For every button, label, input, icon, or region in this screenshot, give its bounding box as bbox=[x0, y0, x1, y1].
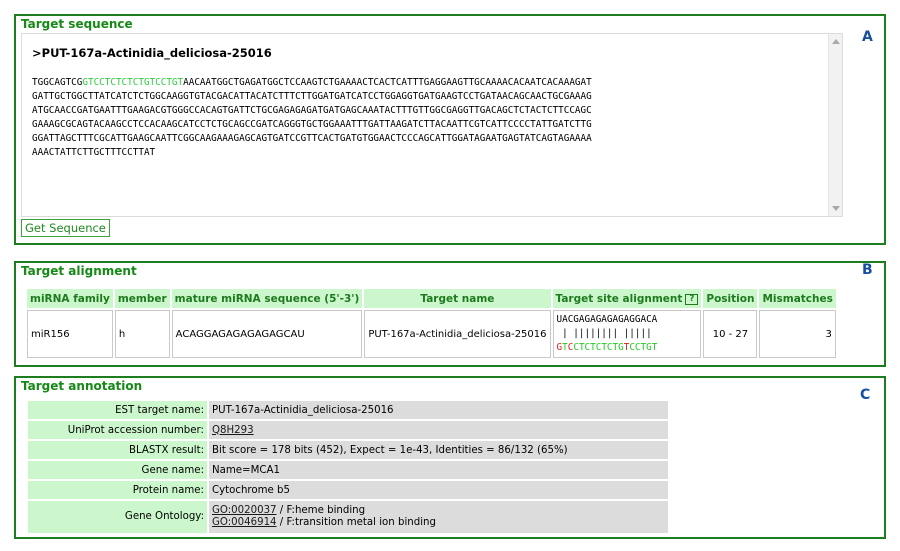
panel-letter-c: C bbox=[860, 387, 871, 403]
target-annotation-panel: Target annotation EST target name: PUT-1… bbox=[14, 376, 886, 539]
cell-position: 10 - 27 bbox=[703, 310, 758, 358]
panel-letter-a: A bbox=[862, 29, 873, 45]
site-alignment-label: Target site alignment bbox=[555, 292, 683, 305]
annotation-value: Q8H293 bbox=[209, 421, 668, 439]
alignment-table: miRNA family member mature miRNA sequenc… bbox=[25, 287, 838, 360]
get-sequence-button[interactable]: Get Sequence bbox=[21, 219, 110, 237]
col-header-mature: mature miRNA sequence (5'-3') bbox=[171, 289, 363, 308]
sequence-header: >PUT-167a-Actinidia_deliciosa-25016 bbox=[32, 46, 272, 60]
seq-line1-rest: AACAATGGCTGAGATGGCTCCAAGTCTGAAAACTCACTCA… bbox=[183, 77, 592, 88]
panel-title: Target annotation bbox=[21, 379, 143, 393]
go-term: GO:0020037 / F:heme binding bbox=[212, 505, 665, 517]
uniprot-link[interactable]: Q8H293 bbox=[212, 425, 254, 436]
sequence-text: TGGCAGTCGGTCCTCTCTCTGTCCTGTAACAATGGCTGAG… bbox=[32, 76, 822, 161]
annotation-value: Bit score = 178 bits (452), Expect = 1e-… bbox=[209, 441, 668, 459]
annotation-value: Cytochrome b5 bbox=[209, 481, 668, 499]
cell-mismatches: 3 bbox=[759, 310, 836, 358]
seq-line: AAACTATTCTTGCTTTCCTTAT bbox=[32, 147, 156, 159]
col-header-site-alignment: Target site alignment? bbox=[552, 289, 702, 308]
annotation-row: Gene Ontology: GO:0020037 / F:heme bindi… bbox=[28, 501, 668, 533]
panel-title: Target sequence bbox=[21, 17, 133, 31]
cell-target-name: PUT-167a-Actinidia_deliciosa-25016 bbox=[364, 310, 551, 358]
annotation-label: UniProt accession number: bbox=[28, 421, 207, 439]
alignment-header-row: miRNA family member mature miRNA sequenc… bbox=[27, 289, 836, 308]
seq-line: GGATTAGCTTTCGCATTGAAGCAATTCGGCAAGAAAGAGC… bbox=[32, 133, 592, 145]
table-row: miR156 h ACAGGAGAGAGAGAGCAU PUT-167a-Act… bbox=[27, 310, 836, 358]
seq-line: GAAAGCGCAGTACAAGCCTCCACAAGCATCCTCTGCAGCC… bbox=[32, 119, 592, 131]
col-header-mismatches: Mismatches bbox=[759, 289, 836, 308]
scroll-down-icon[interactable] bbox=[832, 206, 840, 211]
annotation-label: Gene name: bbox=[28, 461, 207, 479]
col-header-position: Position bbox=[703, 289, 758, 308]
cell-member: h bbox=[114, 310, 170, 358]
align-seg: CCTGT bbox=[629, 342, 658, 353]
col-header-target-name: Target name bbox=[364, 289, 551, 308]
annotation-value: GO:0020037 / F:heme binding GO:0046914 /… bbox=[209, 501, 668, 533]
annotation-row: BLASTX result: Bit score = 178 bits (452… bbox=[28, 441, 668, 459]
cell-site-alignment: UACGAGAGAGAGAGGACA | |||||||| ||||| GTCC… bbox=[552, 310, 702, 358]
go-link[interactable]: GO:0046914 bbox=[212, 517, 277, 528]
sequence-textarea[interactable]: >PUT-167a-Actinidia_deliciosa-25016 TGGC… bbox=[21, 33, 843, 217]
target-alignment-panel: Target alignment miRNA family member mat… bbox=[14, 261, 886, 367]
panel-letter-b: B bbox=[862, 262, 873, 278]
annotation-table: EST target name: PUT-167a-Actinidia_deli… bbox=[26, 399, 670, 535]
go-desc: / F:transition metal ion binding bbox=[276, 517, 436, 528]
align-seg: CTCTCTCTG bbox=[573, 342, 624, 353]
alignment-pairing: | |||||||| ||||| bbox=[556, 328, 652, 339]
target-sequence-panel: Target sequence >PUT-167a-Actinidia_deli… bbox=[14, 14, 886, 245]
annotation-label: Gene Ontology: bbox=[28, 501, 207, 533]
cell-family: miR156 bbox=[27, 310, 113, 358]
alignment-target-strand: GTCCTCTCTCTGTCCTGT bbox=[557, 341, 698, 355]
go-desc: / F:heme binding bbox=[276, 505, 366, 516]
help-icon[interactable]: ? bbox=[685, 293, 699, 305]
annotation-row: Gene name: Name=MCA1 bbox=[28, 461, 668, 479]
cell-mature-sequence: ACAGGAGAGAGAGAGCAU bbox=[171, 310, 363, 358]
seq-line: GATTGCTGGCTTATCATCTCTGGCAAGGTGTACGACATTA… bbox=[32, 91, 592, 103]
scroll-up-icon[interactable] bbox=[832, 39, 840, 44]
go-term: GO:0046914 / F:transition metal ion bind… bbox=[212, 517, 665, 529]
annotation-row: UniProt accession number: Q8H293 bbox=[28, 421, 668, 439]
annotation-row: EST target name: PUT-167a-Actinidia_deli… bbox=[28, 401, 668, 419]
seq-prefix: TGGCAGTCG bbox=[32, 77, 83, 88]
annotation-value: PUT-167a-Actinidia_deliciosa-25016 bbox=[209, 401, 668, 419]
vertical-scrollbar[interactable] bbox=[828, 34, 842, 216]
target-site-highlight: GTCCTCTCTCTGTCCTGT bbox=[82, 77, 184, 88]
annotation-label: Protein name: bbox=[28, 481, 207, 499]
annotation-row: Protein name: Cytochrome b5 bbox=[28, 481, 668, 499]
go-link[interactable]: GO:0020037 bbox=[212, 505, 277, 516]
col-header-family: miRNA family bbox=[27, 289, 113, 308]
annotation-label: BLASTX result: bbox=[28, 441, 207, 459]
seq-line: ATGCAACCGATGAATTTGAAGACGTGGGCCACAGTGATTC… bbox=[32, 105, 592, 117]
panel-title: Target alignment bbox=[21, 264, 137, 278]
annotation-label: EST target name: bbox=[28, 401, 207, 419]
annotation-value: Name=MCA1 bbox=[209, 461, 668, 479]
col-header-member: member bbox=[114, 289, 170, 308]
alignment-mirna-strand: UACGAGAGAGAGAGGACA bbox=[556, 314, 658, 325]
